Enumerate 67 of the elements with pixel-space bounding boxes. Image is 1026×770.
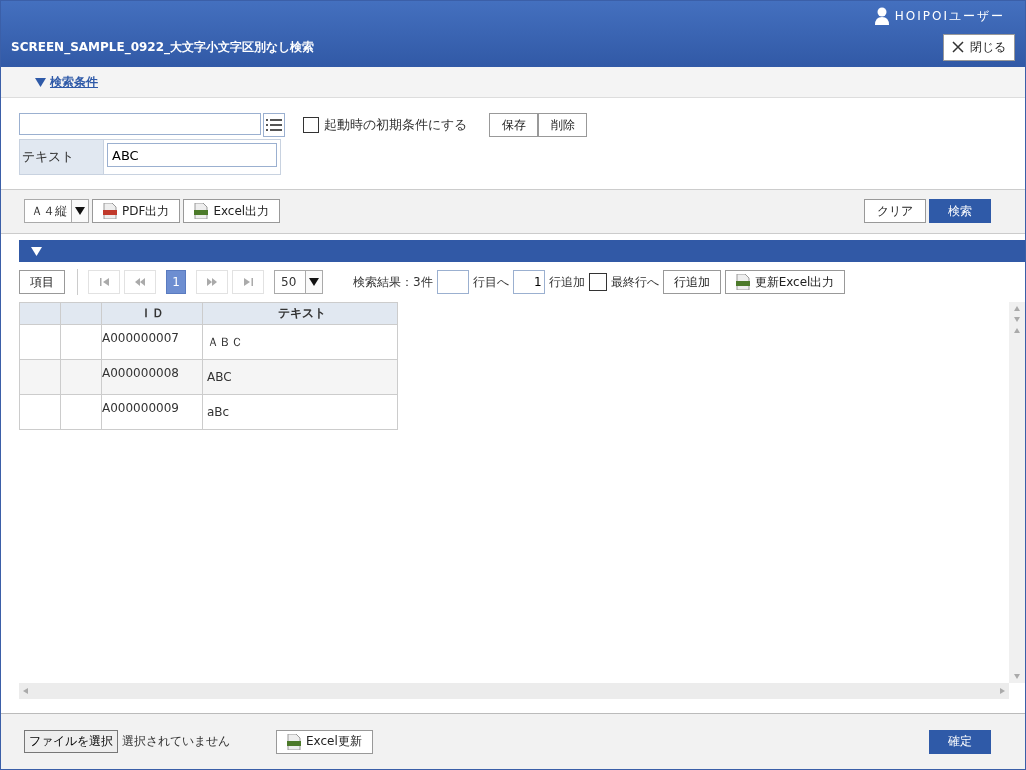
clear-button[interactable]: クリア	[864, 199, 926, 223]
close-icon	[952, 41, 964, 53]
excel-file-icon	[194, 203, 209, 219]
confirm-button[interactable]: 確定	[929, 729, 991, 754]
result-count: 検索結果：3件	[353, 273, 433, 291]
first-page-button[interactable]	[88, 270, 120, 294]
checkbox-label[interactable]: 起動時の初期条件にする	[324, 116, 467, 134]
last-page-button[interactable]	[232, 270, 264, 294]
save-button[interactable]: 保存	[489, 113, 538, 137]
condition-select-field[interactable]	[19, 113, 261, 135]
scroll-up-icon[interactable]	[1014, 328, 1020, 333]
table-cell: aBc	[202, 394, 398, 430]
add-rows-label: 行追加	[548, 273, 585, 291]
column-header[interactable]: ＩＤ	[101, 302, 203, 325]
table-cell: ABC	[202, 359, 398, 395]
first-page-icon	[99, 278, 109, 286]
dropdown-arrow-icon	[309, 278, 319, 286]
row-number-field[interactable]	[436, 270, 469, 294]
close-button[interactable]: 閉じる	[943, 33, 1015, 61]
pdf-export-button[interactable]: PDF出力	[92, 199, 181, 223]
table-cell: A000000007	[101, 324, 203, 360]
excel-file-icon	[287, 733, 301, 750]
paper-size-select[interactable]: Ａ４縦	[24, 199, 89, 223]
table-cell: A000000008	[101, 359, 203, 395]
collapse-arrow-icon	[31, 246, 42, 256]
user-name[interactable]: HOIPOIユーザー	[894, 7, 1005, 25]
dropdown-arrow-icon	[75, 207, 85, 215]
checkbox[interactable]	[303, 117, 319, 133]
file-status: 選択されていません	[122, 733, 230, 750]
conditions-toggle[interactable]: 検索条件	[35, 73, 98, 91]
add-row-button[interactable]: 行追加	[662, 270, 721, 294]
scroll-left-icon[interactable]	[23, 688, 28, 694]
last-page-icon	[243, 278, 253, 286]
text-input-field[interactable]: ABC	[107, 143, 277, 167]
delete-button[interactable]: 削除	[538, 113, 587, 137]
excel-file-icon	[735, 274, 750, 290]
previous-page-button[interactable]	[124, 270, 156, 294]
checkbox[interactable]	[588, 273, 607, 291]
columns-button[interactable]: 項目	[19, 270, 65, 294]
next-page-button[interactable]	[196, 270, 228, 294]
checkbox-label[interactable]: 最終行へ	[610, 273, 659, 291]
page-size-select[interactable]: 50	[274, 270, 323, 294]
column-header[interactable]: テキスト	[202, 302, 398, 325]
choose-file-button[interactable]: ファイルを選択	[24, 730, 118, 753]
add-count-field[interactable]: 1	[512, 270, 545, 294]
search-button[interactable]: 検索	[929, 199, 991, 223]
table-cell: A000000009	[101, 394, 203, 430]
table-cell: ＡＢＣ	[202, 324, 398, 360]
screen-title: SCREEN_SAMPLE_0922_大文字小文字区別なし検索	[11, 38, 315, 56]
goto-row-label: 行目へ	[472, 273, 509, 291]
excel-export-button[interactable]: 更新Excel出力	[724, 270, 846, 294]
rewind-icon	[135, 278, 145, 286]
vertical-scrollbar[interactable]	[1009, 302, 1025, 683]
scroll-down-icon[interactable]	[1014, 317, 1020, 322]
excel-export-button[interactable]: Excel出力	[183, 199, 281, 223]
scroll-right-icon[interactable]	[1000, 688, 1005, 694]
list-icon	[266, 119, 282, 131]
scroll-down-icon[interactable]	[1014, 674, 1020, 679]
horizontal-scrollbar[interactable]	[19, 683, 1009, 699]
pdf-file-icon	[103, 203, 117, 219]
user-icon	[874, 7, 889, 25]
excel-update-button[interactable]: Excel更新	[276, 729, 373, 754]
list-button[interactable]	[263, 113, 285, 137]
scroll-up-icon[interactable]	[1014, 306, 1020, 311]
expand-arrow-icon	[35, 77, 46, 87]
fast-forward-icon	[207, 278, 217, 286]
field-label: テキスト	[20, 140, 104, 174]
